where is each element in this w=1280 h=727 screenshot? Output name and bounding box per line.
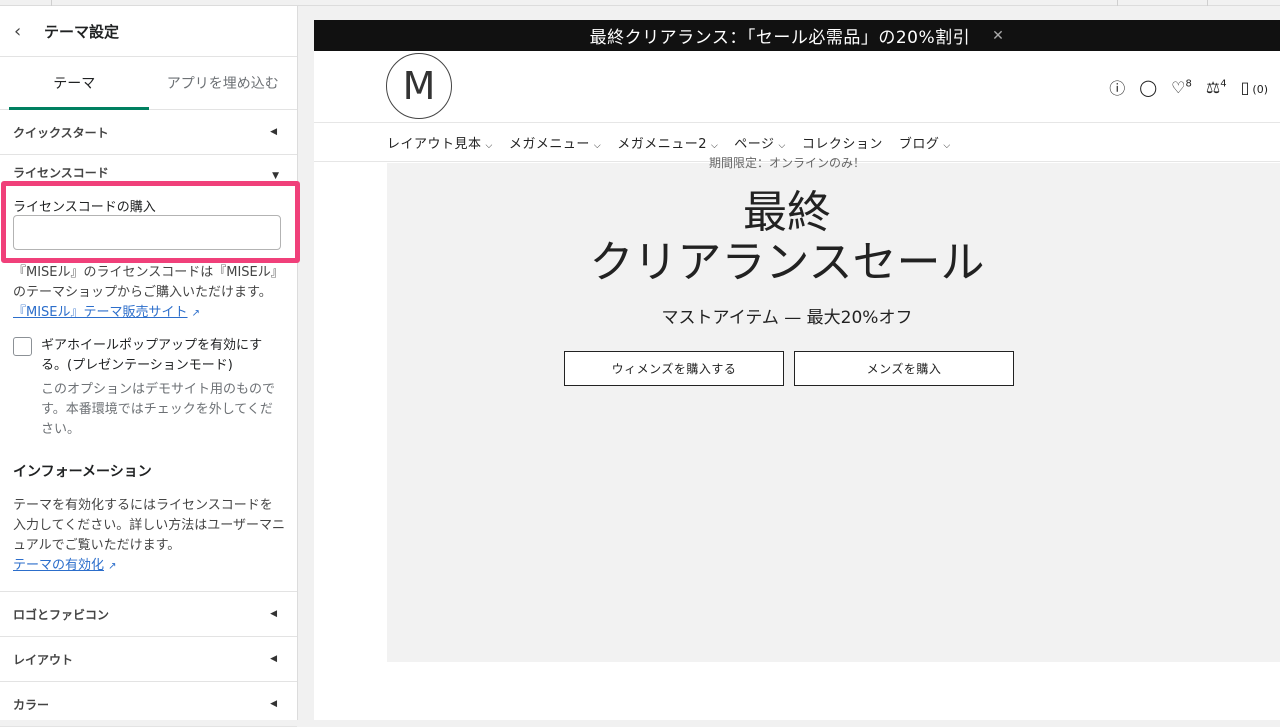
announcement-text: 最終クリアランス：「セール必需品」の20%割引 <box>589 28 971 48</box>
caret-down-icon: ▼ <box>272 171 279 181</box>
gear-popup-help: このオプションはデモサイト用のものです。本番環境ではチェックを外してください。 <box>41 382 276 437</box>
gear-popup-checkbox[interactable] <box>13 337 32 356</box>
storefront-preview: 最終クリアランス：「セール必需品」の20%割引 ✕ M ⓘ ◯ ♡8 ⚖4 ▯(… <box>314 20 1280 720</box>
nav-label: メガメニュー <box>508 136 590 152</box>
cart-count: (0) <box>1252 82 1268 96</box>
strip-divider <box>1117 0 1118 6</box>
external-link-icon: ↗ <box>108 561 117 572</box>
hero-title-line2: クリアランスセール <box>589 237 985 288</box>
section-logo-favicon-label: ロゴとファビコン <box>13 607 110 622</box>
compare-count: 4 <box>1220 78 1227 90</box>
caret-left-icon: ◀ <box>270 127 277 137</box>
sidebar-title: テーマ設定 <box>44 22 120 41</box>
nav-label: コレクション <box>801 136 883 152</box>
nav-item-mega-menu[interactable]: メガメニュー ⌵ <box>509 133 601 152</box>
hero-eyebrow: 期間限定：オンラインのみ！ <box>708 156 865 170</box>
help-circle-icon[interactable]: ⓘ <box>1109 75 1125 99</box>
license-code-input[interactable] <box>13 215 281 250</box>
hero-buttons: ウィメンズを購入する メンズを購入 <box>564 351 1014 386</box>
info-body: テーマを有効化するにはライセンスコードを入力してください。詳しい方法はユーザーマ… <box>13 498 285 553</box>
chevron-down-icon: ⌵ <box>710 140 719 151</box>
user-icon[interactable]: ◯ <box>1139 78 1157 97</box>
back-chevron-icon[interactable]: ‹ <box>14 21 44 42</box>
heart-icon[interactable]: ♡8 <box>1171 78 1192 97</box>
hero-subtitle: マストアイテム — 最大20%オフ <box>661 308 913 328</box>
nav-label: レイアウト見本 <box>387 136 482 152</box>
wishlist-count: 8 <box>1185 78 1192 90</box>
shop-women-button[interactable]: ウィメンズを購入する <box>564 351 784 386</box>
section-layout[interactable]: レイアウト ◀ <box>0 637 297 682</box>
section-logo-favicon[interactable]: ロゴとファビコン ◀ <box>0 592 297 637</box>
gear-popup-option: ギアホイールポップアップを有効にする。(プレゼンテーションモード) <box>13 336 285 376</box>
section-color-label: カラー <box>13 697 50 712</box>
chevron-down-icon: ⌵ <box>593 140 602 151</box>
nav-item-mega-menu-2[interactable]: メガメニュー2 ⌵ <box>617 133 718 152</box>
sidebar-header: ‹ テーマ設定 <box>0 6 297 57</box>
store-logo[interactable]: M <box>386 53 452 119</box>
announcement-bar: 最終クリアランス：「セール必需品」の20%割引 ✕ <box>314 20 1280 51</box>
header-icons: ⓘ ◯ ♡8 ⚖4 ▯ (0) <box>1109 75 1268 99</box>
caret-left-icon: ◀ <box>270 609 277 619</box>
sidebar-tabs: テーマ アプリを埋め込む <box>0 57 297 110</box>
theme-activation-link[interactable]: テーマの有効化 <box>13 558 104 573</box>
shop-men-button[interactable]: メンズを購入 <box>794 351 1014 386</box>
license-help-body: 『MISEル』のライセンスコードは『MISEル』のテーマショップからご購入いただ… <box>13 265 284 300</box>
nav-item-layout[interactable]: レイアウト見本 ⌵ <box>387 133 493 152</box>
store-header: M ⓘ ◯ ♡8 ⚖4 ▯ (0) <box>314 51 1280 123</box>
info-text: テーマを有効化するにはライセンスコードを入力してください。詳しい方法はユーザーマ… <box>13 496 285 577</box>
section-layout-label: レイアウト <box>13 652 74 667</box>
license-help-text: 『MISEル』のライセンスコードは『MISEル』のテーマショップからご購入いただ… <box>13 263 285 324</box>
lower-sections: ロゴとファビコン ◀ レイアウト ◀ カラー ◀ <box>0 591 297 727</box>
gear-popup-label: ギアホイールポップアップを有効にする。(プレゼンテーションモード) <box>41 338 263 373</box>
hero-title: 最終 クリアランスセール <box>314 188 1260 288</box>
compare-scale-icon[interactable]: ⚖4 <box>1206 78 1227 97</box>
caret-left-icon: ◀ <box>270 699 277 709</box>
nav-label: ブログ <box>898 136 940 152</box>
nav-item-blog[interactable]: ブログ ⌵ <box>899 133 951 152</box>
caret-left-icon: ◀ <box>270 654 277 664</box>
hero-title-line1: 最終 <box>743 187 831 238</box>
shopping-bag-icon[interactable]: ▯ (0) <box>1241 78 1268 97</box>
tab-theme[interactable]: テーマ <box>0 57 149 110</box>
license-field-label: ライセンスコードの購入 <box>13 200 156 215</box>
nav-item-collections[interactable]: コレクション <box>802 133 883 152</box>
nav-label: ページ <box>734 136 775 152</box>
section-license-label: ライセンスコード <box>13 166 109 180</box>
strip-divider <box>1207 0 1208 6</box>
external-link-icon: ↗ <box>191 308 201 319</box>
info-title: インフォーメーション <box>13 464 152 480</box>
section-quickstart-label: クイックスタート <box>13 125 109 140</box>
tab-app-embeds[interactable]: アプリを埋め込む <box>149 57 298 109</box>
license-store-link[interactable]: 『MISEル』テーマ販売サイト <box>13 305 188 320</box>
close-icon[interactable]: ✕ <box>992 28 1004 44</box>
section-color[interactable]: カラー ◀ <box>0 682 297 727</box>
chevron-down-icon: ⌵ <box>485 140 493 151</box>
chevron-down-icon: ⌵ <box>778 140 786 151</box>
nav-item-pages[interactable]: ページ ⌵ <box>734 133 786 152</box>
section-quickstart[interactable]: クイックスタート ◀ <box>0 110 297 155</box>
nav-label: メガメニュー2 <box>617 136 707 152</box>
chevron-down-icon: ⌵ <box>943 140 951 151</box>
